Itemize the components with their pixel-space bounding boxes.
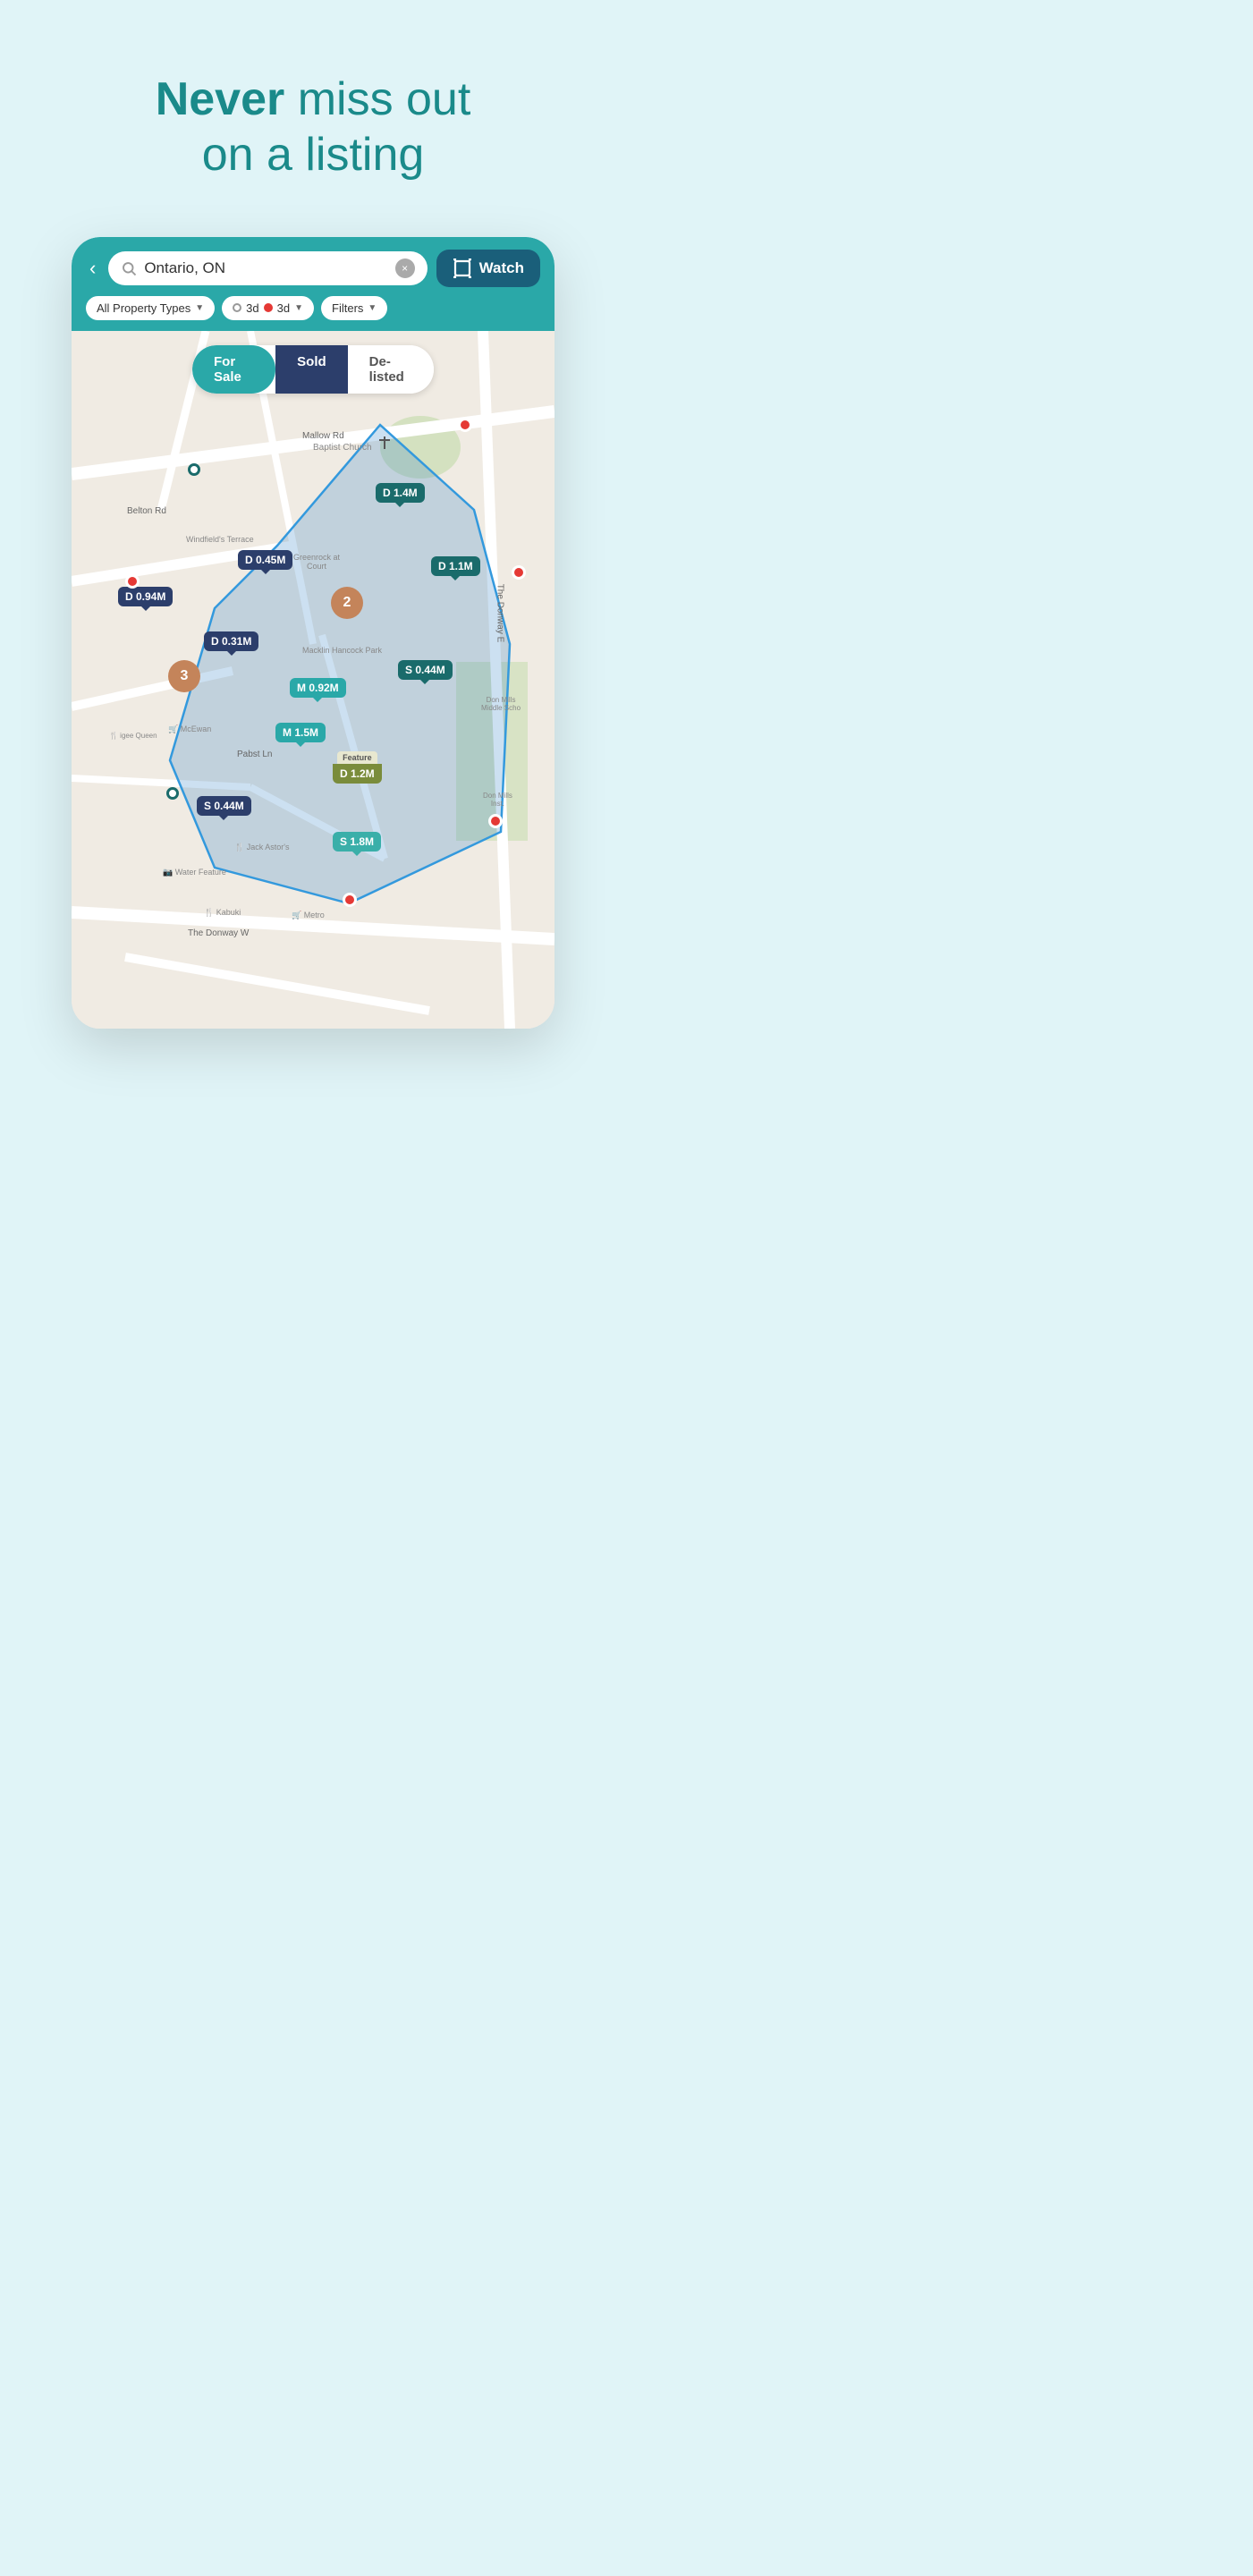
search-icon <box>121 260 137 276</box>
listing-d11m[interactable]: D 1.1M <box>431 556 480 576</box>
map-tabs: For Sale Sold De-listed <box>192 345 434 394</box>
red-dot-3 <box>125 574 140 589</box>
headline-strong: Never <box>156 73 285 125</box>
poi-donmills1: Don MillsMiddle Scho <box>481 696 521 712</box>
listing-m092m[interactable]: M 0.92M <box>290 678 346 698</box>
red-dot-1 <box>458 418 472 432</box>
back-button[interactable]: ‹ <box>86 253 99 284</box>
property-type-chevron: ▼ <box>195 303 204 313</box>
poi-water: 📷 Water Feature <box>163 868 226 877</box>
top-bar: ‹ Ontario, ON × Watch <box>72 237 555 331</box>
poi-jackas: 🍴 Jack Astor's <box>234 843 289 852</box>
search-query: Ontario, ON <box>144 259 387 277</box>
headline: Never miss outon a listing <box>156 72 471 183</box>
feature-badge: Feature <box>337 751 377 764</box>
tab-delisted[interactable]: De-listed <box>348 345 434 394</box>
radio-to <box>264 303 273 312</box>
tab-for-sale[interactable]: For Sale <box>192 345 275 394</box>
street-label-donway-w: The Donway W <box>188 928 249 938</box>
red-dot-4 <box>488 814 503 828</box>
street-label-mallow: Mallow Rd <box>302 431 344 441</box>
feature-price: D 1.2M <box>333 764 382 784</box>
date-filter[interactable]: 3d 3d ▼ <box>222 296 314 320</box>
white-dot-2 <box>166 787 179 800</box>
listing-s044m-right[interactable]: S 0.44M <box>398 660 453 680</box>
red-dot-2 <box>512 565 526 580</box>
listing-s044m-left[interactable]: S 0.44M <box>197 796 251 816</box>
street-label-donway-e: The Donway E <box>495 583 504 642</box>
listing-s18m[interactable]: S 1.8M <box>333 832 381 852</box>
listing-d031m[interactable]: D 0.31M <box>204 631 258 651</box>
poi-baptist: Baptist Church <box>313 443 372 453</box>
poi-windfields: Windfield's Terrace <box>186 535 254 544</box>
watch-icon <box>453 258 472 278</box>
listing-d094m[interactable]: D 0.94M <box>118 587 173 606</box>
street-label-belton: Belton Rd <box>127 506 166 516</box>
radio-from <box>233 303 241 312</box>
watch-button[interactable]: Watch <box>436 250 540 287</box>
listing-m15m[interactable]: M 1.5M <box>275 723 326 742</box>
property-type-filter[interactable]: All Property Types ▼ <box>86 296 215 320</box>
listing-d12m-feature[interactable]: Feature D 1.2M <box>333 751 382 784</box>
poi-jigee: 🍴 igee Queen <box>109 732 157 740</box>
phone-container: ‹ Ontario, ON × Watch <box>72 237 555 1029</box>
poi-mcewan: 🛒 McEwan <box>168 724 211 734</box>
watch-label: Watch <box>479 259 524 277</box>
clear-button[interactable]: × <box>395 258 415 278</box>
poi-donmills2: Don MillsInst. <box>483 792 512 808</box>
cluster-2[interactable]: 2 <box>331 587 363 619</box>
filters-chevron: ▼ <box>368 303 377 313</box>
filters-button[interactable]: Filters ▼ <box>321 296 387 320</box>
poi-kabuki: 🍴 Kabuki <box>204 908 241 918</box>
listing-d045m[interactable]: D 0.45M <box>238 550 292 570</box>
map-area: For Sale Sold De-listed Mallow Rd Belton… <box>72 331 555 1029</box>
cluster-3[interactable]: 3 <box>168 660 200 692</box>
street-label-pabst: Pabst Ln <box>237 750 272 759</box>
poi-hancock: Macklin Hancock Park <box>302 646 382 655</box>
listing-d14m[interactable]: D 1.4M <box>376 483 425 503</box>
search-box[interactable]: Ontario, ON × <box>108 251 427 285</box>
date-chevron: ▼ <box>294 303 303 313</box>
red-dot-5 <box>343 893 357 907</box>
poi-greenrock: Greenrock atCourt <box>293 553 340 571</box>
tab-sold[interactable]: Sold <box>275 345 348 394</box>
poi-metro: 🛒 Metro <box>292 911 325 920</box>
white-dot-1 <box>188 463 200 476</box>
